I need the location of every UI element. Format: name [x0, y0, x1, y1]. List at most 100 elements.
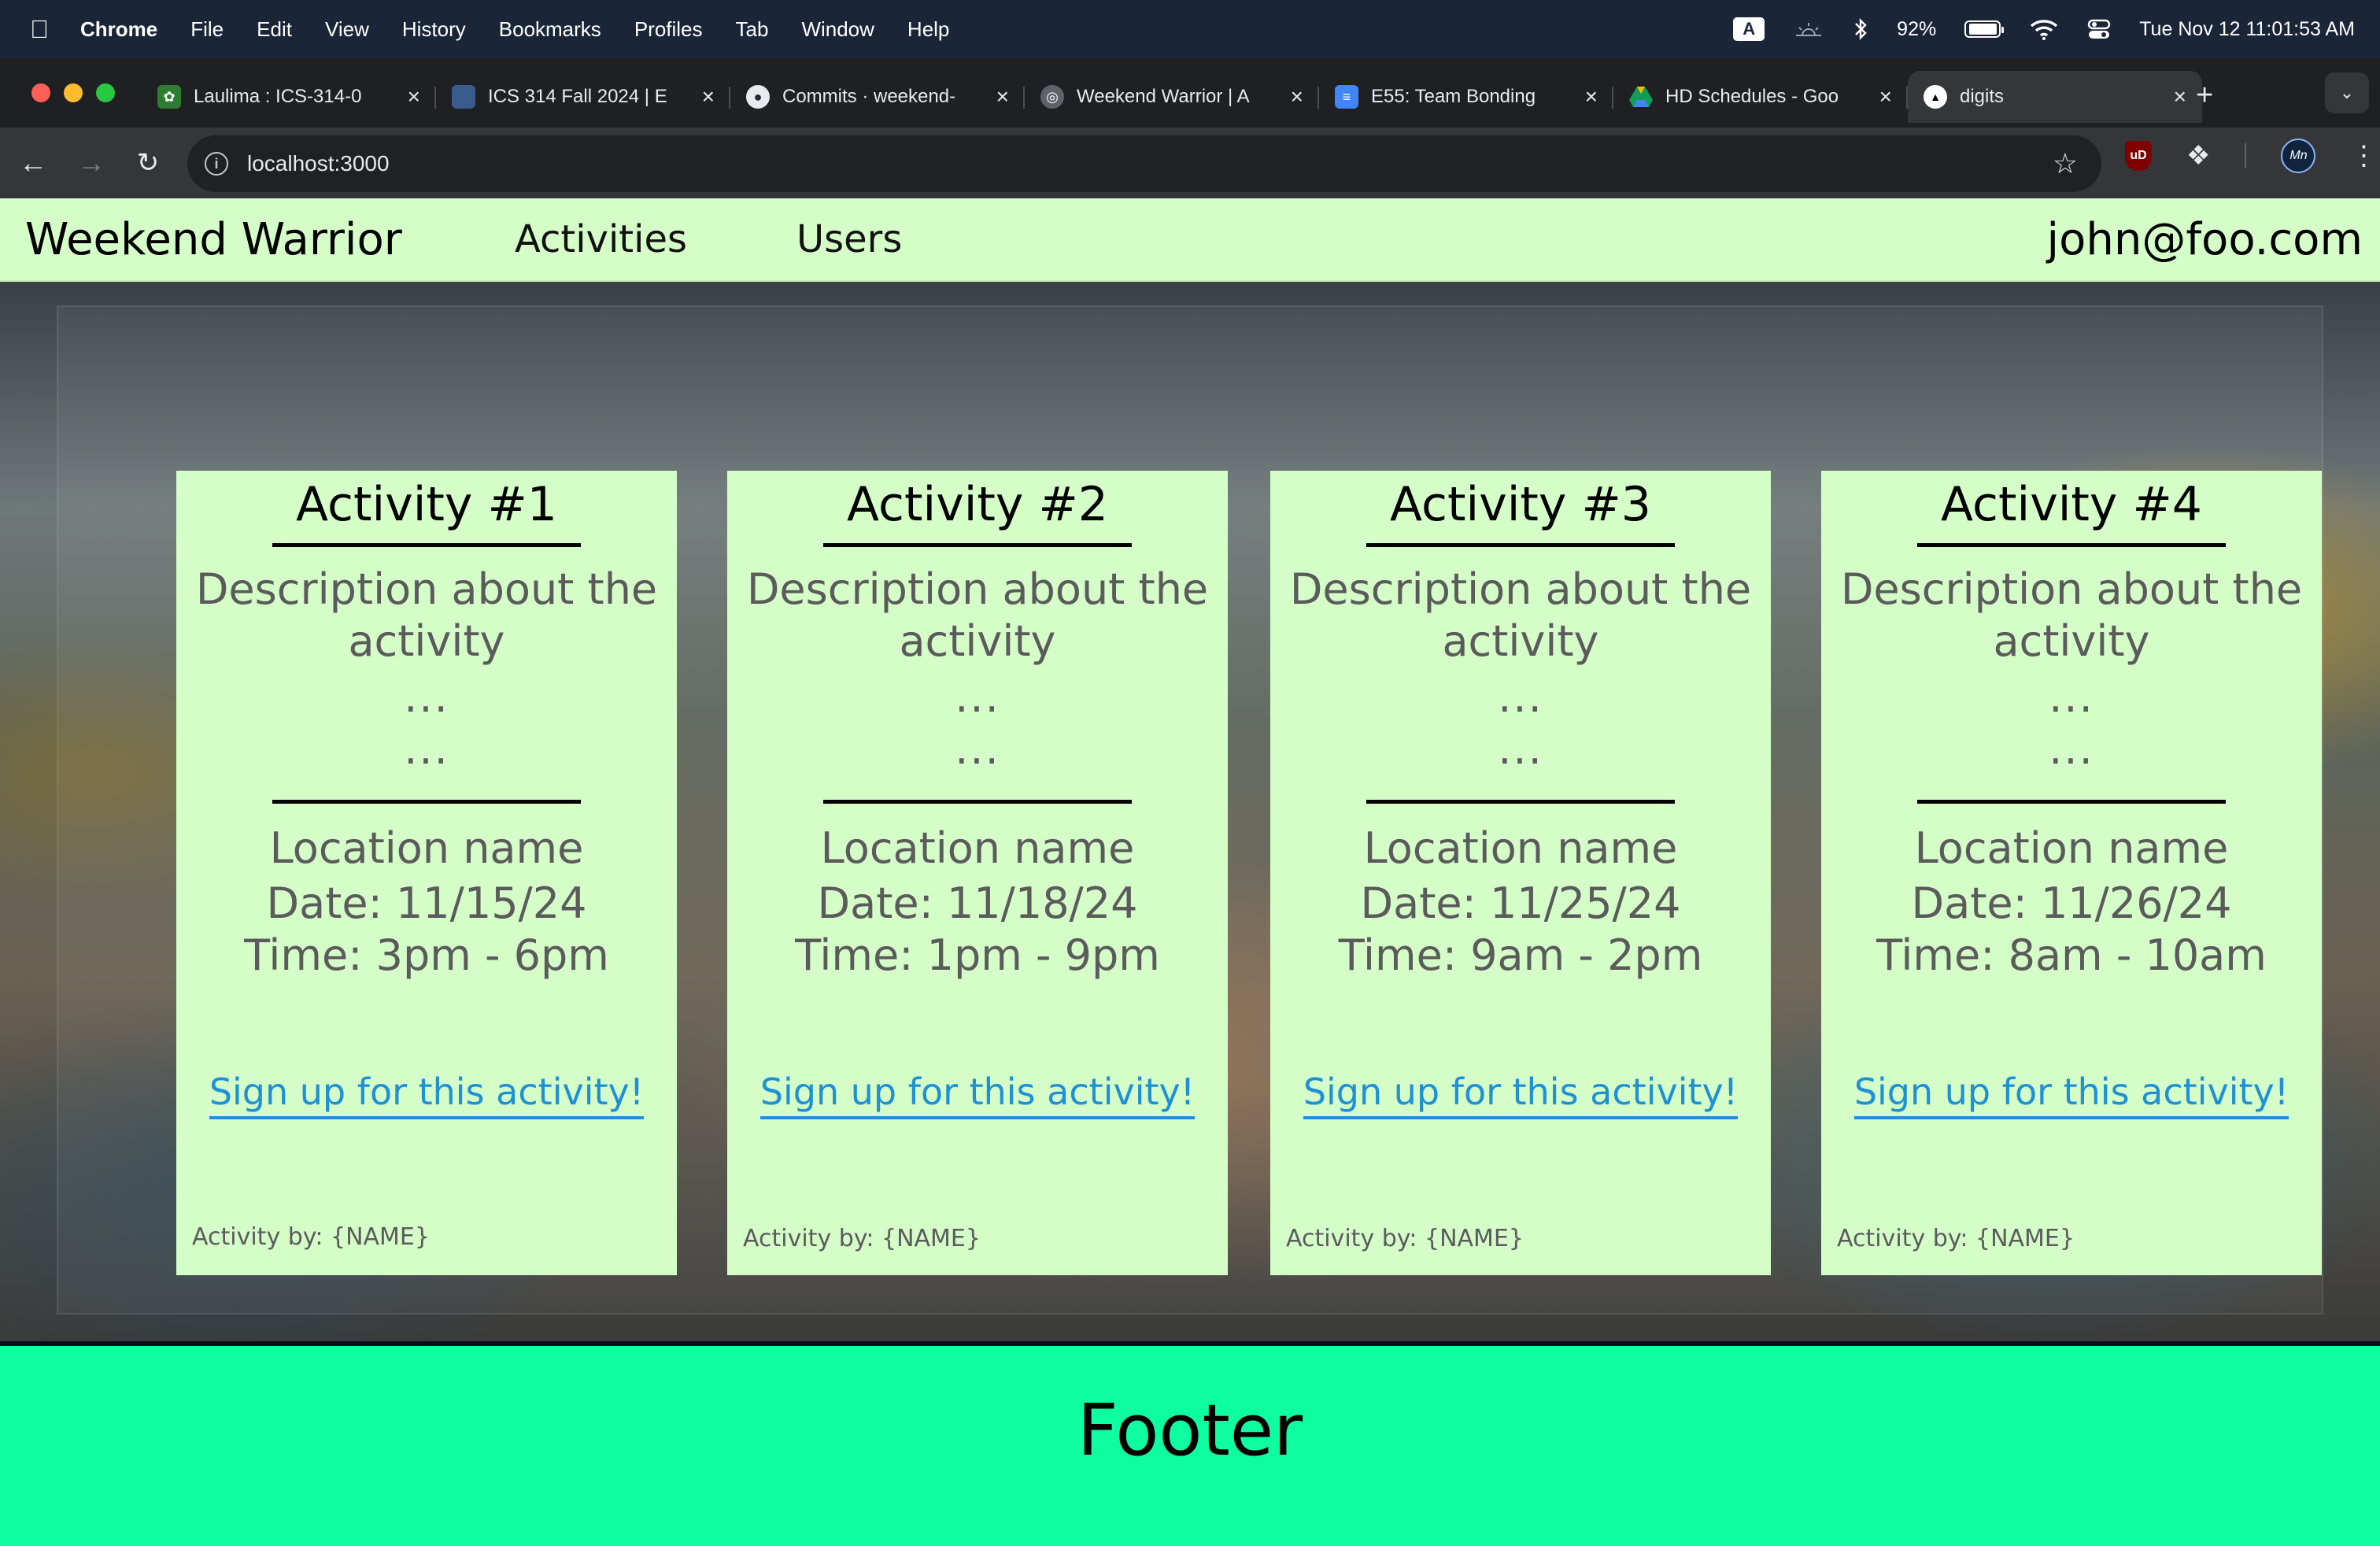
menu-file[interactable]: File [190, 17, 224, 42]
activity-card: Activity #1 Description about the activi… [176, 471, 677, 1275]
signup-link[interactable]: Sign up for this activity! [759, 1071, 1196, 1119]
tab-ics314[interactable]: ICS 314 Fall 2024 | E × [436, 71, 730, 123]
close-tab-icon[interactable]: × [1291, 84, 1303, 109]
app-triangle-icon: ▲ [1924, 85, 1947, 109]
course-site-icon [452, 85, 475, 109]
activity-description: Description about the activity [1289, 564, 1752, 666]
github-icon: ● [746, 85, 770, 109]
forward-icon[interactable]: → [69, 141, 113, 185]
activity-ellipsis: ... [404, 672, 449, 722]
activity-author: Activity by: {NAME} [1837, 1225, 2075, 1252]
activities-container: Activity #1 Description about the activi… [57, 305, 2323, 1315]
activity-ellipsis: ... [955, 672, 1000, 722]
tab-title: Weekend Warrior | A [1077, 86, 1250, 107]
chrome-menu-icon[interactable]: ⋮ [2350, 140, 2377, 172]
menu-help[interactable]: Help [907, 17, 949, 42]
activity-author: Activity by: {NAME} [192, 1223, 430, 1251]
menubar-clock[interactable]: Tue Nov 12 11:01:53 AM [2139, 18, 2355, 41]
site-info-icon[interactable]: i [205, 152, 228, 176]
divider [823, 543, 1132, 547]
toolbar-divider [2245, 143, 2247, 168]
reload-icon[interactable]: ↻ [126, 141, 170, 185]
activity-date: Date: 11/26/24 [1911, 878, 2232, 928]
close-tab-icon[interactable]: × [1585, 84, 1598, 109]
activity-time: Time: 8am - 10am [1876, 930, 2267, 980]
control-center-icon[interactable] [2087, 17, 2111, 41]
activity-ellipsis: ... [1498, 724, 1543, 774]
activity-time: Time: 1pm - 9pm [795, 930, 1160, 980]
tab-title: ICS 314 Fall 2024 | E [488, 86, 667, 107]
tab-weekend-warrior[interactable]: ◎ Weekend Warrior | A × [1025, 71, 1319, 123]
brand-link[interactable]: Weekend Warrior [25, 214, 402, 265]
signup-link-wrapper: Sign up for this activity! [727, 1071, 1228, 1119]
activity-location: Location name [820, 823, 1135, 873]
back-icon[interactable]: ← [11, 141, 55, 185]
menu-view[interactable]: View [325, 17, 369, 42]
status-area: A 92% Tue Nov 12 11:01:53 AM [1733, 17, 2355, 41]
menu-window[interactable]: Window [801, 17, 874, 42]
activity-title: Activity #1 [296, 477, 557, 532]
menu-history[interactable]: History [402, 17, 466, 42]
address-bar[interactable]: i localhost:3000 ☆ [187, 135, 2101, 192]
signup-link[interactable]: Sign up for this activity! [1303, 1071, 1739, 1119]
menu-edit[interactable]: Edit [257, 17, 292, 42]
display-brightness-icon[interactable] [1793, 20, 1824, 39]
activity-title: Activity #2 [847, 477, 1108, 532]
tab-team-bonding[interactable]: ≡ E55: Team Bonding × [1319, 71, 1613, 123]
tab-commits[interactable]: ● Commits · weekend- × [730, 71, 1025, 123]
activity-location: Location name [1363, 823, 1678, 873]
bluetooth-icon[interactable] [1853, 17, 1868, 41]
fullscreen-window-button[interactable] [96, 83, 115, 102]
tab-title: HD Schedules - Goo [1665, 86, 1839, 107]
globe-icon: ◎ [1040, 85, 1064, 109]
activity-title: Activity #3 [1390, 477, 1651, 532]
tab-search-button[interactable]: ⌄ [2325, 72, 2369, 113]
nav-link-users[interactable]: Users [796, 217, 902, 261]
signup-link-wrapper: Sign up for this activity! [1821, 1071, 2322, 1119]
menu-bookmarks[interactable]: Bookmarks [499, 17, 601, 42]
activity-date: Date: 11/25/24 [1360, 878, 1681, 928]
menu-app-name[interactable]: Chrome [80, 17, 157, 42]
divider [1917, 543, 2226, 547]
activity-time: Time: 9am - 2pm [1338, 930, 1703, 980]
page-viewport: Weekend Warrior Activities Users john@fo… [0, 198, 2380, 1546]
close-tab-icon[interactable]: × [996, 84, 1009, 109]
close-tab-icon[interactable]: × [702, 84, 715, 109]
nav-link-activities[interactable]: Activities [515, 217, 687, 261]
activity-ellipsis: ... [1498, 672, 1543, 722]
site-footer: Footer [0, 1341, 2380, 1546]
battery-percent: 92% [1897, 17, 1937, 40]
activity-description: Description about the activity [1840, 564, 2303, 666]
profile-avatar[interactable]: Mn [2281, 139, 2316, 173]
laulima-icon: ✿ [157, 85, 181, 109]
apple-menu-icon[interactable]:  [30, 15, 49, 44]
input-source-icon[interactable]: A [1733, 17, 1765, 41]
minimize-window-button[interactable] [64, 83, 83, 102]
new-tab-button[interactable]: + [2196, 79, 2213, 113]
close-window-button[interactable] [31, 83, 50, 102]
close-tab-icon[interactable]: × [408, 84, 420, 109]
menu-profiles[interactable]: Profiles [634, 17, 703, 42]
browser-toolbar: ← → ↻ i localhost:3000 ☆ uD ❖ Mn ⋮ [0, 128, 2380, 198]
tab-hd-schedules[interactable]: HD Schedules - Goo × [1613, 71, 1908, 123]
divider [272, 800, 581, 804]
user-email[interactable]: john@foo.com [2047, 214, 2363, 265]
tab-laulima[interactable]: ✿ Laulima : ICS-314-0 × [142, 71, 436, 123]
activity-location: Location name [269, 823, 584, 873]
tab-digits[interactable]: ▲ digits × [1908, 71, 2202, 123]
activity-author: Activity by: {NAME} [1286, 1225, 1524, 1252]
url-text[interactable]: localhost:3000 [247, 151, 390, 176]
ublock-extension-icon[interactable]: uD [2125, 141, 2152, 171]
menu-tab[interactable]: Tab [736, 17, 769, 42]
close-tab-icon[interactable]: × [2174, 84, 2186, 109]
signup-link[interactable]: Sign up for this activity! [209, 1071, 645, 1119]
extensions-puzzle-icon[interactable]: ❖ [2186, 140, 2210, 172]
close-tab-icon[interactable]: × [1879, 84, 1892, 109]
battery-icon[interactable] [1964, 20, 2005, 38]
divider [1366, 543, 1675, 547]
bookmark-star-icon[interactable]: ☆ [2053, 147, 2078, 180]
wifi-icon[interactable] [2029, 18, 2059, 40]
tab-title: Laulima : ICS-314-0 [194, 86, 362, 107]
signup-link[interactable]: Sign up for this activity! [1853, 1071, 2289, 1119]
window-controls [31, 83, 115, 102]
